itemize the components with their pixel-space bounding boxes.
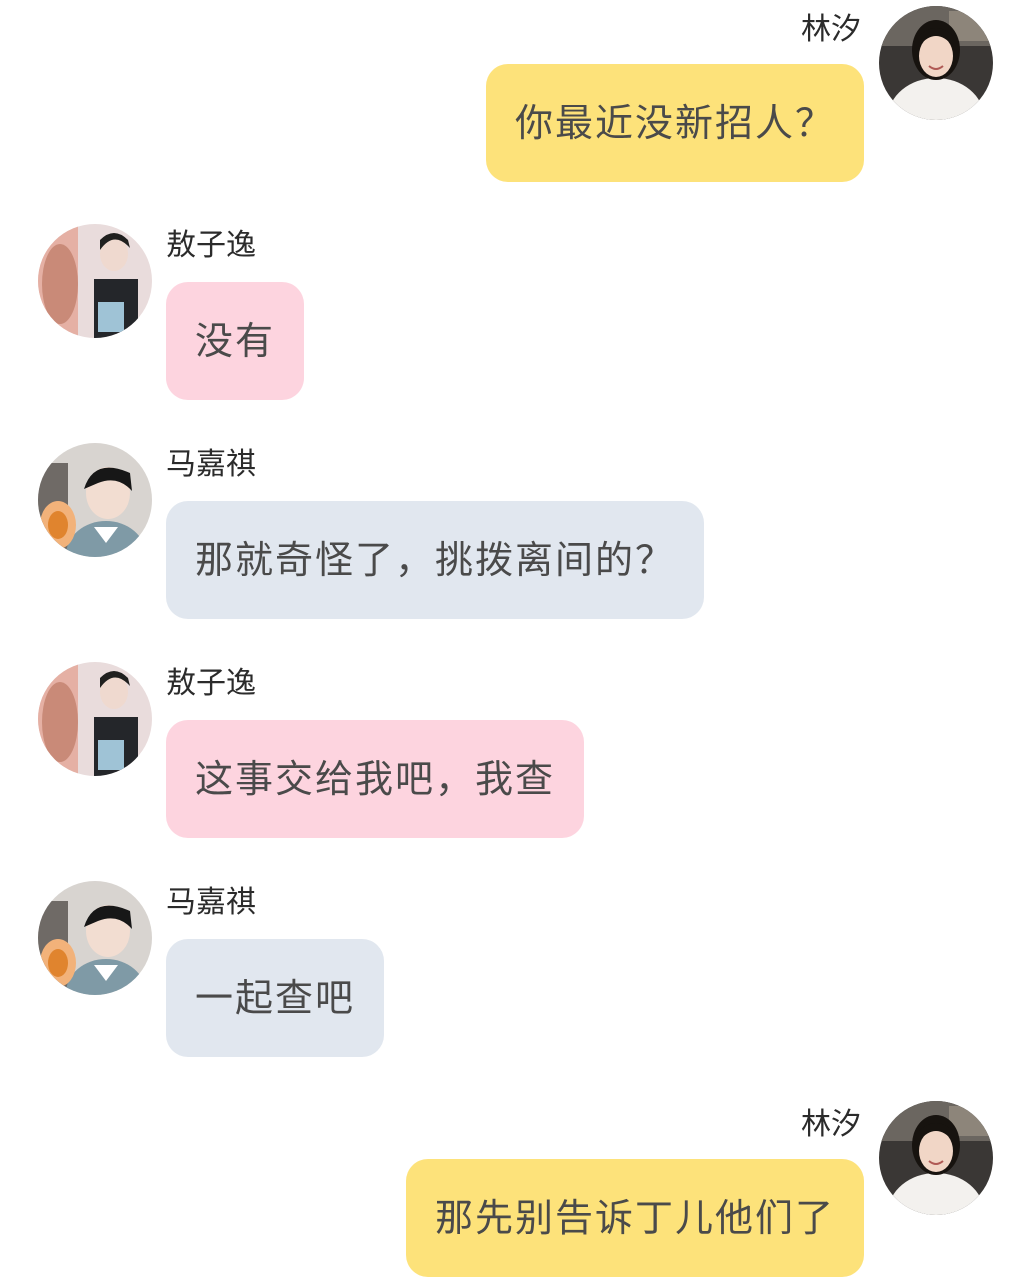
sender-name: 林汐	[801, 12, 861, 47]
message-bubble[interactable]: 没有	[166, 282, 305, 400]
majiaqi-avatar-image	[38, 881, 152, 995]
avatar[interactable]	[38, 881, 152, 995]
girl-avatar-image	[879, 1101, 993, 1215]
sender-name: 林汐	[801, 1107, 861, 1142]
message-bubble[interactable]: 那先别告诉丁儿他们了	[405, 1159, 864, 1277]
aoziyi-avatar-image	[38, 662, 152, 776]
message-bubble[interactable]: 这事交给我吧，我查	[166, 720, 585, 838]
sender-name: 敖子逸	[166, 228, 256, 263]
sender-name: 敖子逸	[166, 666, 256, 701]
avatar[interactable]	[38, 662, 152, 776]
girl-avatar-image	[879, 6, 993, 120]
avatar[interactable]	[38, 224, 152, 338]
majiaqi-avatar-image	[38, 443, 152, 557]
sender-name: 马嘉祺	[166, 447, 256, 482]
aoziyi-avatar-image	[38, 224, 152, 338]
message-bubble[interactable]: 你最近没新招人？	[485, 64, 864, 182]
avatar[interactable]	[38, 443, 152, 557]
avatar[interactable]	[879, 6, 993, 120]
avatar[interactable]	[879, 1101, 993, 1215]
message-bubble[interactable]: 那就奇怪了，挑拨离间的？	[166, 501, 705, 619]
sender-name: 马嘉祺	[166, 885, 256, 920]
message-bubble[interactable]: 一起查吧	[166, 939, 385, 1057]
